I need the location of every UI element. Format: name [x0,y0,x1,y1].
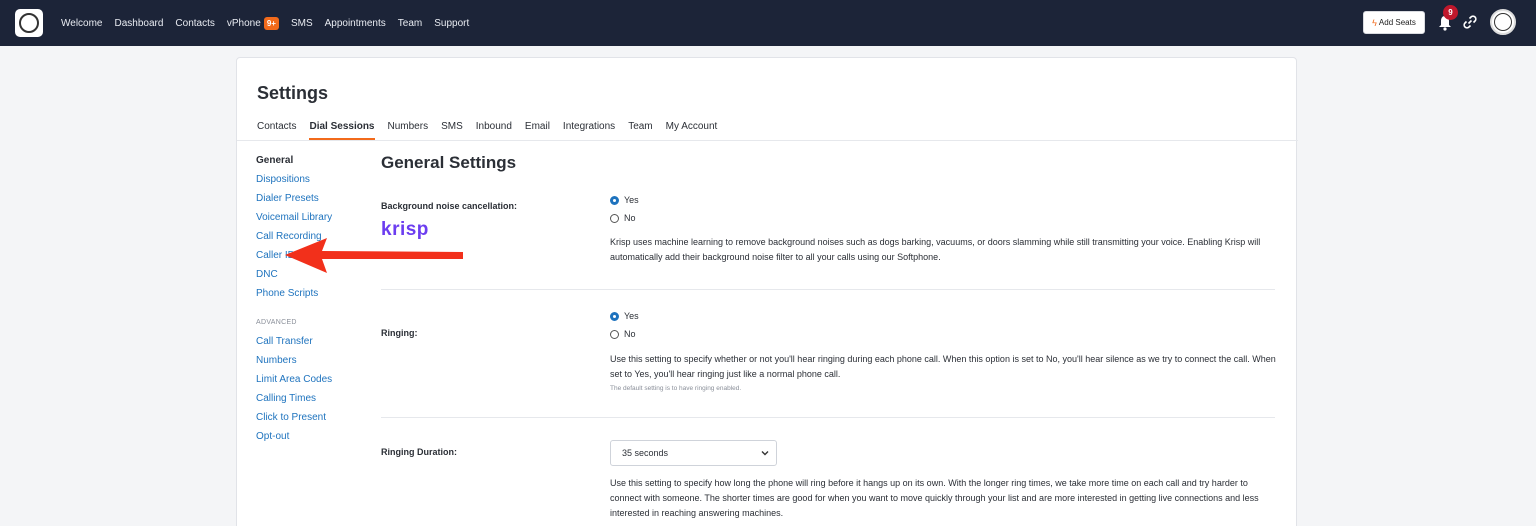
ringing-duration-value: 35 seconds [622,448,669,458]
nav-sms[interactable]: SMS [291,18,313,29]
ringing-description: Use this setting to specify whether or n… [610,354,1276,379]
tab-sms[interactable]: SMS [441,121,463,139]
tab-contacts[interactable]: Contacts [257,121,296,139]
nav-team[interactable]: Team [398,18,422,29]
sidebar-item-dialer-presets[interactable]: Dialer Presets [256,193,332,212]
settings-sidebar: General Dispositions Dialer Presets Voic… [256,155,332,450]
ringing-duration-label: Ringing Duration: [381,447,457,457]
radio-unchecked-icon [610,213,619,223]
nav-vphone[interactable]: vPhone 9+ [226,16,279,30]
noise-yes-radio[interactable]: Yes [610,195,639,205]
tab-team[interactable]: Team [628,121,652,139]
chevron-down-icon [761,451,769,456]
sidebar-item-click-to-present[interactable]: Click to Present [256,412,332,431]
noise-cancellation-label: Background noise cancellation: [381,201,518,211]
tab-email[interactable]: Email [525,121,550,139]
main-nav: Welcome Dashboard Contacts vPhone 9+ SMS … [61,0,481,46]
annotation-arrow-icon [285,238,463,273]
tab-dial-sessions[interactable]: Dial Sessions [309,121,375,140]
ringing-duration-select[interactable]: 35 seconds [610,440,777,466]
nav-welcome[interactable]: Welcome [61,18,103,29]
sidebar-item-limit-area-codes[interactable]: Limit Area Codes [256,374,332,393]
add-seats-button[interactable]: ϟ Add Seats [1363,11,1425,34]
tab-inbound[interactable]: Inbound [476,121,512,139]
ringing-duration-description: Use this setting to specify how long the… [610,478,1259,518]
tab-integrations[interactable]: Integrations [563,121,615,139]
noise-no-label: No [624,213,636,223]
radio-checked-icon [610,311,619,321]
ringing-yes-label: Yes [624,311,639,321]
link-icon[interactable] [1462,14,1478,30]
page-title: Settings [257,83,329,103]
ringing-yes-radio[interactable]: Yes [610,311,639,321]
noise-description: Krisp uses machine learning to remove ba… [610,237,1261,262]
ringing-no-radio[interactable]: No [610,329,636,339]
tabs-divider [237,140,1298,141]
bolt-icon: ϟ [1372,17,1377,28]
radio-checked-icon [610,195,619,205]
ringing-note: The default setting is to have ringing e… [610,385,742,392]
sidebar-item-general[interactable]: General [256,155,332,174]
noise-no-radio[interactable]: No [610,213,636,223]
sidebar-item-voicemail-library[interactable]: Voicemail Library [256,212,332,231]
ringing-label: Ringing: [381,328,418,338]
app-logo[interactable] [15,9,43,37]
nav-dashboard[interactable]: Dashboard [115,18,164,29]
logo-mark-icon [19,13,39,33]
section-divider [381,417,1275,418]
tab-my-account[interactable]: My Account [666,121,718,139]
ringing-no-label: No [624,329,636,339]
sidebar-item-opt-out[interactable]: Opt-out [256,431,332,450]
notification-badge: 9 [1443,5,1458,20]
section-title: General Settings [381,153,517,172]
nav-support[interactable]: Support [434,18,469,29]
nav-contacts[interactable]: Contacts [175,18,214,29]
settings-card: Settings Contacts Dial Sessions Numbers … [236,57,1298,526]
vphone-badge: 9+ [263,16,279,30]
add-seats-label: Add Seats [1378,18,1416,27]
user-avatar[interactable] [1490,9,1516,35]
avatar-mark-icon [1494,13,1512,31]
tab-numbers[interactable]: Numbers [388,121,429,139]
radio-unchecked-icon [610,329,619,339]
nav-vphone-label: vPhone [226,17,261,29]
nav-appointments[interactable]: Appointments [325,18,386,29]
sidebar-item-calling-times[interactable]: Calling Times [256,393,332,412]
sidebar-item-phone-scripts[interactable]: Phone Scripts [256,288,332,307]
settings-tabs: Contacts Dial Sessions Numbers SMS Inbou… [257,121,730,140]
sidebar-item-call-transfer[interactable]: Call Transfer [256,336,332,355]
sidebar-section-advanced: ADVANCED [256,319,297,326]
top-navbar: Welcome Dashboard Contacts vPhone 9+ SMS … [0,0,1536,46]
sidebar-item-numbers[interactable]: Numbers [256,355,332,374]
sidebar-item-dispositions[interactable]: Dispositions [256,174,332,193]
noise-yes-label: Yes [624,195,639,205]
section-divider [381,289,1275,290]
